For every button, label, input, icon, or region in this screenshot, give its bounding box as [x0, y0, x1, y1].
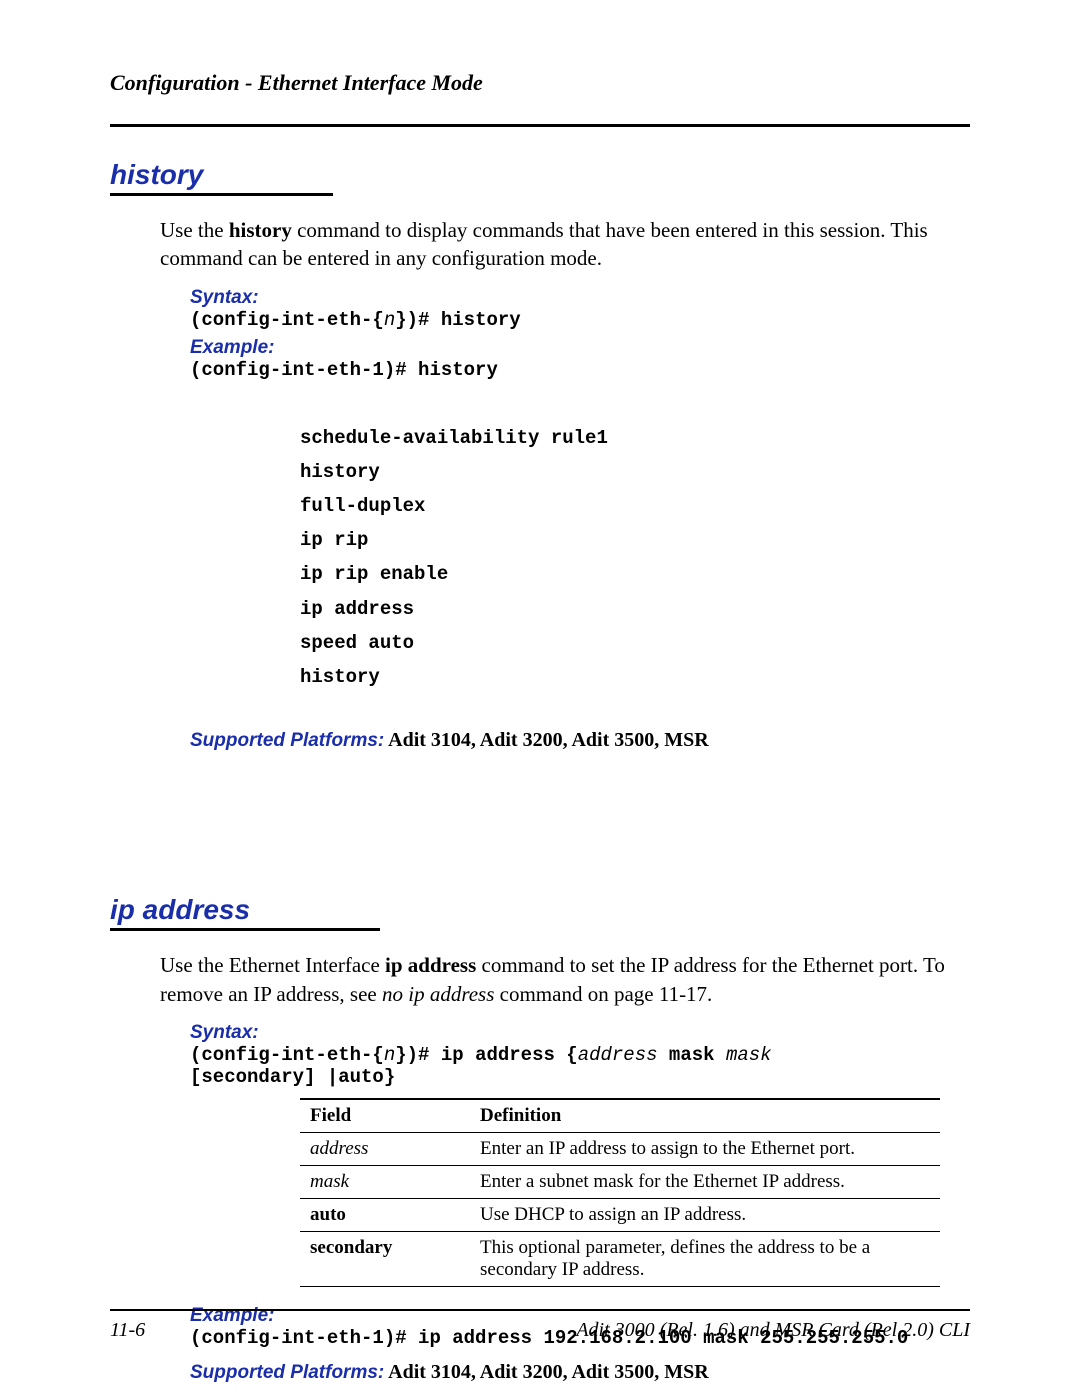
history-example: (config-int-eth-1)# history	[190, 359, 870, 381]
definition-cell: This optional parameter, defines the add…	[470, 1231, 940, 1286]
field-cell: auto	[300, 1198, 470, 1231]
th-field: Field	[300, 1099, 470, 1133]
inline-command: ip address	[385, 953, 476, 977]
syntax-label: Syntax:	[190, 287, 298, 309]
ipaddress-syntax-row: Syntax: (config-int-eth-{n})# ip address…	[190, 1022, 970, 1088]
history-intro: Use the history command to display comma…	[160, 216, 970, 273]
ipaddress-intro: Use the Ethernet Interface ip address co…	[160, 951, 970, 1008]
history-example-row: Example: (config-int-eth-1)# history	[190, 337, 970, 381]
section-history: history Use the history command to displ…	[110, 159, 970, 752]
history-output: schedule-availability rule1 history full…	[300, 421, 970, 695]
supported-platforms-label: Supported Platforms:	[190, 730, 384, 751]
code: })# ip address {	[395, 1044, 577, 1066]
history-syntax-row: Syntax: (config-int-eth-{n})# history	[190, 287, 970, 331]
table-row: address Enter an IP address to assign to…	[300, 1132, 940, 1165]
definition-cell: Use DHCP to assign an IP address.	[470, 1198, 940, 1231]
field-name: secondary	[310, 1237, 392, 1258]
supported-platforms-label: Supported Platforms:	[190, 1362, 384, 1383]
inline-reference: no ip address	[382, 982, 494, 1006]
section-title-ipaddress: ip address	[110, 894, 380, 931]
ipaddress-platforms: Supported Platforms: Adit 3104, Adit 320…	[190, 1361, 970, 1384]
running-header: Configuration - Ethernet Interface Mode	[110, 70, 970, 127]
text: Use the	[160, 218, 229, 242]
page: Configuration - Ethernet Interface Mode …	[0, 0, 1080, 1397]
output-line: schedule-availability rule1	[300, 421, 970, 455]
table-row: secondary This optional parameter, defin…	[300, 1231, 940, 1286]
example-label: Example:	[190, 337, 298, 359]
th-definition: Definition	[470, 1099, 940, 1133]
ipaddress-field-table: Field Definition address Enter an IP add…	[300, 1098, 940, 1287]
supported-platforms-value: Adit 3104, Adit 3200, Adit 3500, MSR	[384, 729, 708, 751]
field-name: mask	[310, 1171, 349, 1192]
table-row: auto Use DHCP to assign an IP address.	[300, 1198, 940, 1231]
ipaddress-table-wrap: Field Definition address Enter an IP add…	[300, 1098, 970, 1287]
output-line: history	[300, 455, 970, 489]
output-line: ip rip enable	[300, 557, 970, 591]
table-header-row: Field Definition	[300, 1099, 940, 1133]
code: (config-int-eth-{	[190, 309, 384, 331]
field-cell: address	[300, 1132, 470, 1165]
variable-address: address	[578, 1044, 658, 1066]
page-footer: 11-6 Adit 3000 (Rel. 1.6) and MSR Card (…	[110, 1309, 970, 1342]
supported-platforms-value: Adit 3104, Adit 3200, Adit 3500, MSR	[384, 1361, 708, 1383]
history-syntax: (config-int-eth-{n})# history	[190, 309, 870, 331]
output-line: full-duplex	[300, 489, 970, 523]
output-line: ip address	[300, 592, 970, 626]
footer-doc-title: Adit 3000 (Rel. 1.6) and MSR Card (Rel 2…	[576, 1319, 970, 1342]
text: command on page 11-17.	[494, 982, 712, 1006]
field-name: auto	[310, 1204, 346, 1225]
code: })# history	[395, 309, 520, 331]
table-row: mask Enter a subnet mask for the Etherne…	[300, 1165, 940, 1198]
code: (config-int-eth-{	[190, 1044, 384, 1066]
field-name: address	[310, 1138, 368, 1159]
syntax-label: Syntax:	[190, 1022, 298, 1044]
page-number: 11-6	[110, 1319, 145, 1342]
field-cell: mask	[300, 1165, 470, 1198]
output-line: history	[300, 660, 970, 694]
definition-cell: Enter an IP address to assign to the Eth…	[470, 1132, 940, 1165]
history-platforms: Supported Platforms: Adit 3104, Adit 320…	[190, 729, 970, 752]
variable-mask: mask	[726, 1044, 772, 1066]
inline-command: history	[229, 218, 292, 242]
output-line: speed auto	[300, 626, 970, 660]
variable-n: n	[384, 309, 395, 331]
section-title-history: history	[110, 159, 333, 196]
code: mask	[658, 1044, 726, 1066]
field-cell: secondary	[300, 1231, 470, 1286]
spacer	[110, 752, 970, 862]
output-line: ip rip	[300, 523, 970, 557]
definition-cell: Enter a subnet mask for the Ethernet IP …	[470, 1165, 940, 1198]
variable-n: n	[384, 1044, 395, 1066]
ipaddress-syntax: (config-int-eth-{n})# ip address {addres…	[190, 1044, 870, 1088]
text: Use the Ethernet Interface	[160, 953, 385, 977]
